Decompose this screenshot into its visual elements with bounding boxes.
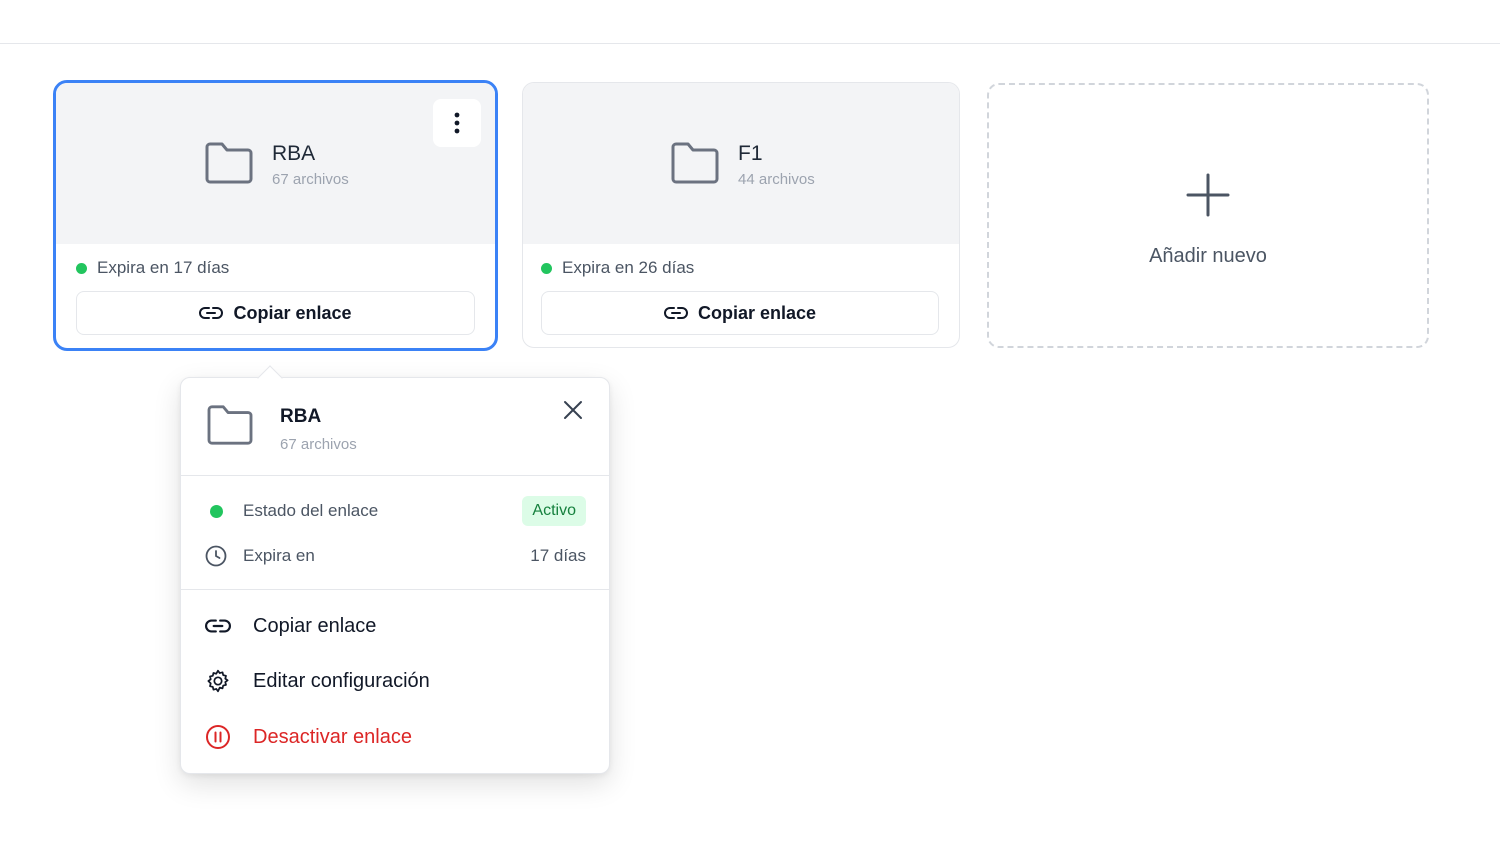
popover-folder-info: RBA 67 archivos <box>206 404 357 453</box>
pause-circle-icon <box>206 725 230 749</box>
copy-link-button[interactable]: Copiar enlace <box>541 291 939 335</box>
expires-row: Expira en 17 días <box>205 540 586 572</box>
deactivate-link-label: Desactivar enlace <box>253 725 412 748</box>
card-expiry-text: Expira en 26 días <box>562 258 695 277</box>
status-badge: Activo <box>522 496 586 526</box>
status-dot <box>76 262 87 274</box>
edit-settings-action[interactable]: Editar configuración <box>205 661 585 701</box>
deactivate-link-action[interactable]: Desactivar enlace <box>205 717 585 757</box>
plus-icon <box>1186 173 1230 217</box>
top-bar <box>0 0 1500 44</box>
card-expiry-text: Expira en 17 días <box>97 258 230 277</box>
card-file-count: 44 archivos <box>738 171 815 188</box>
link-status-label: Estado del enlace <box>243 501 379 520</box>
popover-header: RBA 67 archivos <box>181 378 609 476</box>
expires-value: 17 días <box>530 546 586 565</box>
card-title: RBA <box>272 142 316 165</box>
status-dot <box>541 262 552 274</box>
folder-icon <box>206 404 254 446</box>
link-icon <box>199 307 224 319</box>
copy-link-button[interactable]: Copiar enlace <box>76 291 475 335</box>
close-icon <box>564 401 582 419</box>
card-folder-info: RBA 67 archivos <box>204 141 349 188</box>
popover-title: RBA <box>280 406 322 427</box>
card-folder-info: F1 44 archivos <box>670 141 815 188</box>
expires-label: Expira en <box>243 546 315 565</box>
folder-icon <box>670 141 720 185</box>
card-expiry: Expira en 17 días <box>76 258 229 278</box>
edit-settings-label: Editar configuración <box>253 669 430 692</box>
copy-link-action[interactable]: Copiar enlace <box>205 606 585 646</box>
link-details-popover: RBA 67 archivos Estado del enlace Activo… <box>180 365 610 774</box>
gear-icon <box>207 669 229 693</box>
popover-file-count: 67 archivos <box>280 436 357 453</box>
card-title: F1 <box>738 142 763 165</box>
add-new-label: Añadir nuevo <box>1149 245 1267 267</box>
card-header: F1 44 archivos <box>523 83 959 244</box>
folder-icon <box>204 141 254 185</box>
link-status-row: Estado del enlace Activo <box>205 495 586 527</box>
clock-icon <box>205 545 227 567</box>
share-card-rba[interactable]: RBA 67 archivos Expira en 17 días Copiar… <box>53 80 498 351</box>
link-icon <box>664 307 688 319</box>
popover-divider <box>181 589 609 590</box>
more-options-button[interactable] <box>433 99 481 147</box>
copy-link-label: Copiar enlace <box>697 302 817 323</box>
card-expiry: Expira en 26 días <box>541 258 694 278</box>
link-icon <box>205 619 231 633</box>
copy-link-action-label: Copiar enlace <box>253 614 377 637</box>
kebab-menu-icon <box>454 112 460 134</box>
status-dot <box>209 504 223 518</box>
copy-link-label: Copiar enlace <box>233 302 352 323</box>
close-button[interactable] <box>561 398 585 422</box>
share-card-f1[interactable]: F1 44 archivos Expira en 26 días Copiar … <box>522 82 960 348</box>
add-new-card[interactable]: Añadir nuevo <box>987 83 1429 348</box>
card-file-count: 67 archivos <box>272 171 349 188</box>
card-header: RBA 67 archivos <box>56 83 495 244</box>
